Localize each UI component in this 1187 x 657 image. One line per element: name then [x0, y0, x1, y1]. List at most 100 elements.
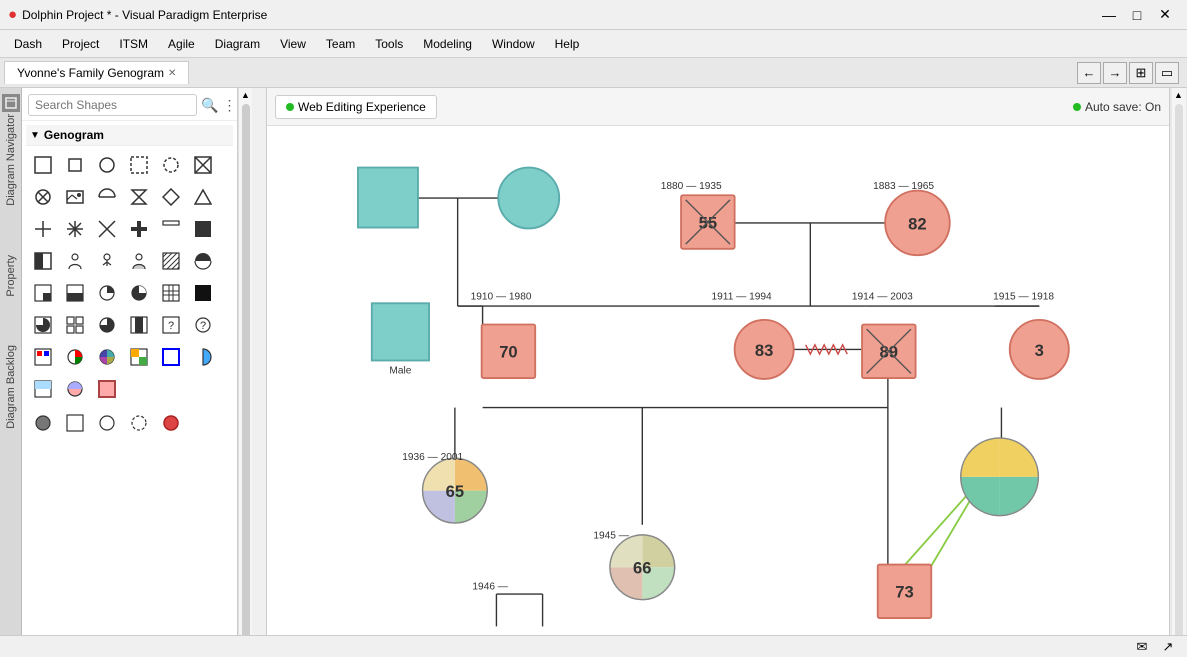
shape-bottom-2[interactable] — [60, 408, 90, 438]
shape-q-ci[interactable]: ? — [188, 310, 218, 340]
diagram-canvas[interactable]: Male 70 55 82 83 89 — [267, 126, 1169, 643]
share-button[interactable]: ↗ — [1157, 638, 1179, 656]
shape-bottom-5[interactable] — [156, 408, 186, 438]
shape-rect-small[interactable] — [60, 150, 90, 180]
menu-itsm[interactable]: ITSM — [109, 33, 158, 55]
shape-three-quarter[interactable] — [124, 278, 154, 308]
diagram-tab-close[interactable]: ✕ — [168, 68, 176, 79]
shape-circle-dashed[interactable] — [156, 150, 186, 180]
diagram-tab[interactable]: Yvonne's Family Genogram ✕ — [4, 61, 189, 84]
shape-person[interactable] — [60, 246, 90, 276]
shape-half-fill[interactable] — [28, 246, 58, 276]
age-66: 66 — [633, 559, 651, 578]
shape-x-square[interactable] — [188, 150, 218, 180]
shape-rect-outline[interactable] — [28, 150, 58, 180]
shape-plus-thick[interactable] — [124, 214, 154, 244]
shape-grid-sq2[interactable] — [60, 310, 90, 340]
shape-multi-pie[interactable] — [92, 342, 122, 372]
scroll-thumb[interactable] — [242, 104, 250, 641]
menu-modeling[interactable]: Modeling — [413, 33, 482, 55]
shape-quarter[interactable] — [92, 278, 122, 308]
shape-half-circle[interactable] — [92, 182, 122, 212]
panel-button[interactable]: ▭ — [1155, 62, 1179, 84]
shape-red-sq[interactable] — [28, 342, 58, 372]
shape-half-sq[interactable] — [60, 278, 90, 308]
sidebar-navigator[interactable]: Diagram Navigator — [2, 90, 20, 210]
shape-circle-outline[interactable] — [92, 150, 122, 180]
menu-agile[interactable]: Agile — [158, 33, 205, 55]
scroll-up-arrow[interactable]: ▲ — [239, 88, 252, 102]
shape-sq-fill-br[interactable] — [28, 278, 58, 308]
shape-diamond[interactable] — [156, 182, 186, 212]
menubar: Dash Project ITSM Agile Diagram View Tea… — [0, 30, 1187, 58]
menu-diagram[interactable]: Diagram — [205, 33, 270, 55]
sidebar-backlog[interactable]: Diagram Backlog — [5, 341, 17, 433]
search-button[interactable]: 🔍 — [201, 97, 218, 114]
shape-half-circle-fill[interactable] — [188, 246, 218, 276]
canvas-tab-label: Web Editing Experience — [298, 100, 426, 114]
mail-button[interactable]: ✉ — [1131, 638, 1153, 656]
right-scroll-up[interactable]: ▲ — [1172, 88, 1185, 102]
maximize-button[interactable]: □ — [1123, 4, 1151, 26]
shape-circle-x[interactable] — [28, 182, 58, 212]
shape-pie-circ[interactable] — [92, 310, 122, 340]
gen1-female[interactable] — [498, 168, 559, 229]
shape-grid[interactable] — [156, 278, 186, 308]
search-input[interactable] — [28, 94, 197, 116]
shape-pie-sq[interactable] — [28, 310, 58, 340]
shape-rect-dashed[interactable] — [124, 150, 154, 180]
sidebar-property[interactable]: Property — [5, 251, 17, 301]
gen2-male-label: Male — [389, 365, 411, 376]
shape-color-pie[interactable] — [60, 342, 90, 372]
grid-view-button[interactable]: ⊞ — [1129, 62, 1153, 84]
genogram-category[interactable]: ▼ Genogram — [26, 125, 233, 146]
shape-sq-color[interactable] — [124, 342, 154, 372]
shape-black-sq[interactable] — [188, 278, 218, 308]
shape-sq-halves[interactable] — [28, 374, 58, 404]
shape-bottom-4[interactable] — [124, 408, 154, 438]
menu-view[interactable]: View — [270, 33, 316, 55]
shape-hatched[interactable] — [156, 246, 186, 276]
shape-sq-red[interactable] — [92, 374, 122, 404]
right-scroll-thumb[interactable] — [1175, 104, 1183, 641]
menu-tools[interactable]: Tools — [365, 33, 413, 55]
shape-big-x[interactable] — [92, 214, 122, 244]
shape-bottom-1[interactable] — [28, 408, 58, 438]
shape-person-2[interactable] — [92, 246, 122, 276]
menu-window[interactable]: Window — [482, 33, 545, 55]
shape-half-ci-b[interactable] — [188, 342, 218, 372]
back-button[interactable]: ← — [1077, 62, 1101, 84]
gen1-male[interactable] — [358, 168, 418, 228]
shape-sq-outline-b[interactable] — [156, 342, 186, 372]
menu-project[interactable]: Project — [52, 33, 109, 55]
shape-q-sq[interactable]: ? — [156, 310, 186, 340]
shape-asterisk[interactable] — [60, 214, 90, 244]
forward-button[interactable]: → — [1103, 62, 1127, 84]
shape-filled-square[interactable] — [188, 214, 218, 244]
shape-triangle[interactable] — [188, 182, 218, 212]
shape-bottom-3[interactable] — [92, 408, 122, 438]
autosave-status: Auto save: On — [1073, 100, 1161, 114]
shape-ci-halves[interactable] — [60, 374, 90, 404]
right-vscrollbar[interactable]: ▲ ▼ — [1172, 88, 1186, 657]
shape-x-thick[interactable] — [156, 214, 186, 244]
minimize-button[interactable]: — — [1095, 4, 1123, 26]
shape-picture[interactable] — [60, 182, 90, 212]
shape-stripe[interactable] — [124, 310, 154, 340]
age-3: 3 — [1035, 341, 1044, 360]
more-options-button[interactable]: ⋮ — [222, 97, 236, 114]
shape-panel-scroll[interactable]: ▼ Genogram — [22, 121, 237, 657]
gen2-male[interactable] — [372, 303, 429, 360]
shape-panel-scrollbar[interactable]: ▲ ▼ — [238, 88, 252, 657]
close-button[interactable]: ✕ — [1151, 4, 1179, 26]
shape-person-3[interactable] — [124, 246, 154, 276]
web-editing-tab[interactable]: Web Editing Experience — [275, 95, 437, 119]
menu-help[interactable]: Help — [545, 33, 590, 55]
shape-cross[interactable] — [28, 214, 58, 244]
shapes-grid-2 — [26, 408, 233, 442]
shape-panel-container: 🔍 ⋮ ▼ Genogram — [22, 88, 267, 657]
menu-dash[interactable]: Dash — [4, 33, 52, 55]
menu-team[interactable]: Team — [316, 33, 365, 55]
active-indicator — [286, 103, 294, 111]
shape-hourglass[interactable] — [124, 182, 154, 212]
